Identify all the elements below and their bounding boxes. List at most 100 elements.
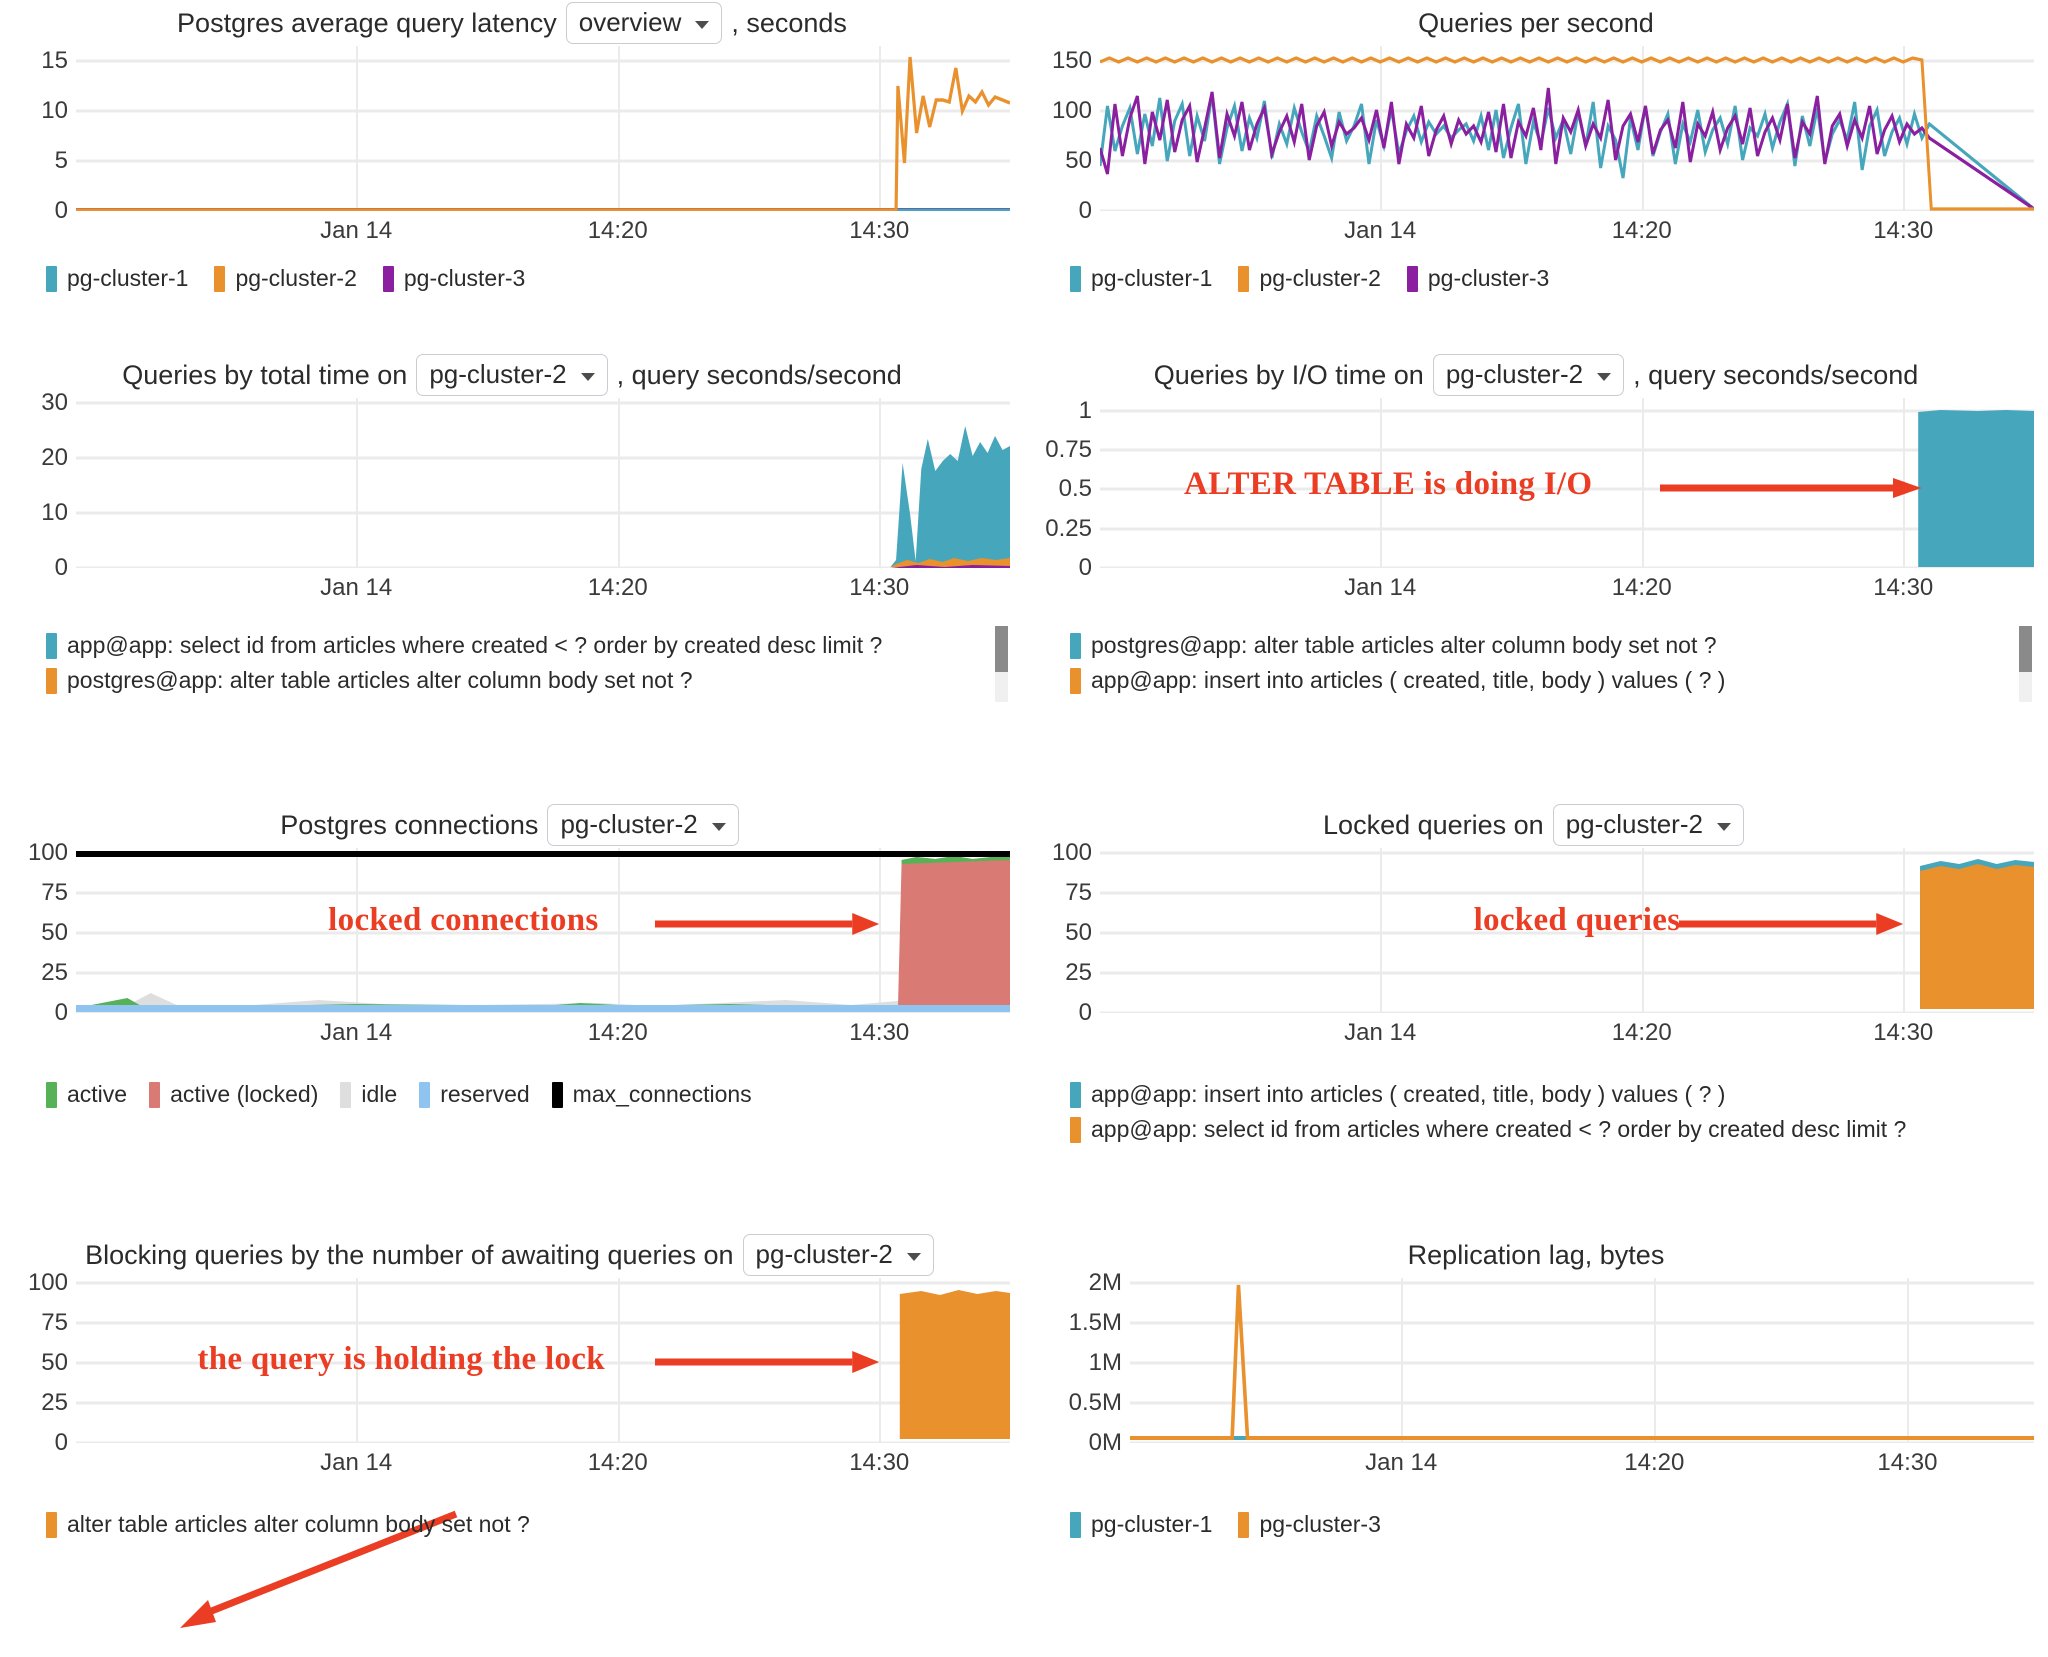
panel-queries-per-second: Queries per second 150 100 50 0 Jan 14 1… <box>1024 0 2048 352</box>
legend-label: app@app: insert into articles ( created,… <box>1091 667 1726 693</box>
cluster-dropdown[interactable]: overview <box>565 2 723 44</box>
legend-item[interactable]: pg-cluster-3 <box>382 265 525 292</box>
dropdown-value: pg-cluster-2 <box>560 809 698 840</box>
legend-label: alter table articles alter column body s… <box>67 1511 530 1537</box>
legend-item[interactable]: pg-cluster-1 <box>46 265 188 292</box>
chevron-down-icon <box>1716 822 1731 831</box>
legend-label: reserved <box>440 1081 530 1107</box>
legend-swatch <box>46 265 57 292</box>
plot-area: 100 75 50 25 0 locked connections <box>14 839 1010 1026</box>
x-tick: 14:20 <box>1611 574 1672 601</box>
y-tick: 100 <box>27 838 68 866</box>
legend-swatch <box>382 265 394 292</box>
cluster-dropdown[interactable]: pg-cluster-2 <box>742 1234 934 1276</box>
y-tick: 0M <box>1088 1429 1122 1456</box>
legend-swatch <box>340 1081 352 1108</box>
panel-title-text: Queries by total time on <box>122 360 408 390</box>
legend-swatch <box>1070 632 1081 659</box>
y-tick: 1.5M <box>1068 1308 1122 1336</box>
series-lines <box>1100 56 2034 211</box>
panel-title: Queries per second <box>1038 0 2034 46</box>
x-axis: Jan 14 14:20 14:30 <box>1100 211 2034 253</box>
y-tick: 100 <box>1051 838 1092 866</box>
y-tick: 50 <box>41 1348 68 1376</box>
legend-item[interactable]: pg-cluster-3 <box>1238 1511 1381 1538</box>
cluster-dropdown[interactable]: pg-cluster-2 <box>416 354 608 396</box>
legend: app@app: select id from articles where c… <box>14 626 1010 702</box>
x-tick: Jan 14 <box>320 574 393 601</box>
y-tick: 5 <box>54 147 68 174</box>
panel-title-text: Blocking queries by the number of awaiti… <box>85 1240 734 1270</box>
y-tick: 1 <box>1078 396 1092 424</box>
legend: active active (locked) idle reserved max… <box>14 1081 1010 1108</box>
legend-swatch <box>1238 1511 1250 1538</box>
legend-item[interactable]: postgres@app: alter table articles alter… <box>1070 632 2034 659</box>
x-tick: 14:20 <box>587 217 648 244</box>
panel-blocking-queries: Blocking queries by the number of awaiti… <box>0 1232 1024 1657</box>
y-axis: 100 75 50 25 0 <box>1038 839 1100 1026</box>
legend-item[interactable]: active (locked) <box>149 1081 318 1108</box>
chevron-down-icon <box>695 20 710 29</box>
legend-item[interactable]: pg-cluster-2 <box>214 265 357 292</box>
scrollbar-thumb[interactable] <box>995 626 1008 672</box>
cluster-dropdown[interactable]: pg-cluster-2 <box>1432 354 1625 396</box>
legend-item[interactable]: pg-cluster-1 <box>1070 265 1212 292</box>
legend-item[interactable]: pg-cluster-3 <box>1406 265 1549 292</box>
legend-item[interactable]: postgres@app: alter table articles alter… <box>46 667 1010 694</box>
panel-title: Blocking queries by the number of awaiti… <box>14 1232 1010 1278</box>
plot-canvas <box>1100 46 2034 211</box>
legend-label: pg-cluster-1 <box>67 265 189 291</box>
panel-replication-lag: Replication lag, bytes 2M 1.5M 1M 0.5M 0… <box>1024 1232 2048 1657</box>
dropdown-value: pg-cluster-2 <box>429 359 567 390</box>
series-lines <box>76 56 1010 211</box>
y-tick: 25 <box>1065 958 1092 986</box>
legend-swatch <box>419 1081 431 1108</box>
cluster-dropdown[interactable]: pg-cluster-2 <box>1552 804 1744 846</box>
x-tick: 14:30 <box>1873 1019 1934 1046</box>
legend-item[interactable]: pg-cluster-2 <box>1238 265 1381 292</box>
panel-title-suffix: , query seconds/second <box>616 360 902 390</box>
legend-item[interactable]: app@app: select id from articles where c… <box>1070 1116 2034 1143</box>
y-axis: 100 75 50 25 0 <box>14 839 76 1026</box>
legend-item[interactable]: reserved <box>419 1081 530 1108</box>
legend-label: pg-cluster-3 <box>1259 1511 1381 1537</box>
legend-item[interactable]: app@app: select id from articles where c… <box>46 632 1010 659</box>
y-tick: 100 <box>1051 97 1092 124</box>
plot-area: 100 75 50 25 0 the query is holding the … <box>14 1269 1010 1456</box>
legend-item[interactable]: pg-cluster-1 <box>1070 1511 1212 1538</box>
legend-swatch <box>1070 1116 1081 1143</box>
x-tick: 14:30 <box>1873 217 1934 244</box>
legend-item[interactable]: idle <box>340 1081 397 1108</box>
cluster-dropdown[interactable]: pg-cluster-2 <box>547 804 739 846</box>
x-tick: 14:30 <box>849 574 910 601</box>
y-tick: 0 <box>54 554 68 581</box>
x-axis: Jan 14 14:20 14:30 <box>76 211 1010 253</box>
legend-item[interactable]: alter table articles alter column body s… <box>46 1511 1010 1538</box>
legend-item[interactable]: app@app: insert into articles ( created,… <box>1070 667 2034 694</box>
panel-title: Postgres connections pg-cluster-2 <box>14 802 1010 848</box>
y-tick: 0.5 <box>1058 475 1092 503</box>
legend-scrollbar[interactable] <box>995 626 1008 702</box>
chevron-down-icon <box>580 372 595 381</box>
panel-title-text: Postgres average query latency <box>177 8 557 38</box>
y-tick: 10 <box>41 97 68 124</box>
legend-scrollbar[interactable] <box>2019 626 2032 702</box>
legend: pg-cluster-1 pg-cluster-2 pg-cluster-3 <box>1038 265 2034 292</box>
plot-canvas: locked connections <box>76 848 1010 1013</box>
panel-locked-queries: Locked queries on pg-cluster-2 100 75 50… <box>1024 802 2048 1232</box>
legend-item[interactable]: active <box>46 1081 127 1108</box>
x-axis: Jan 14 14:20 14:30 <box>1130 1443 2034 1485</box>
legend-item[interactable]: max_connections <box>551 1081 752 1108</box>
panel-title-suffix: , seconds <box>731 8 847 38</box>
legend-label: max_connections <box>572 1081 752 1107</box>
y-tick: 0 <box>1078 554 1092 581</box>
plot-canvas: ALTER TABLE is doing I/O <box>1100 398 2034 568</box>
x-tick: Jan 14 <box>1344 217 1417 244</box>
legend-item[interactable]: app@app: insert into articles ( created,… <box>1070 1081 2034 1108</box>
y-tick: 0 <box>1078 999 1092 1026</box>
legend-swatch <box>214 265 226 292</box>
plot-canvas <box>76 398 1010 568</box>
y-tick: 75 <box>41 1308 68 1336</box>
scrollbar-thumb[interactable] <box>2019 626 2032 672</box>
legend-label: pg-cluster-2 <box>235 265 357 291</box>
